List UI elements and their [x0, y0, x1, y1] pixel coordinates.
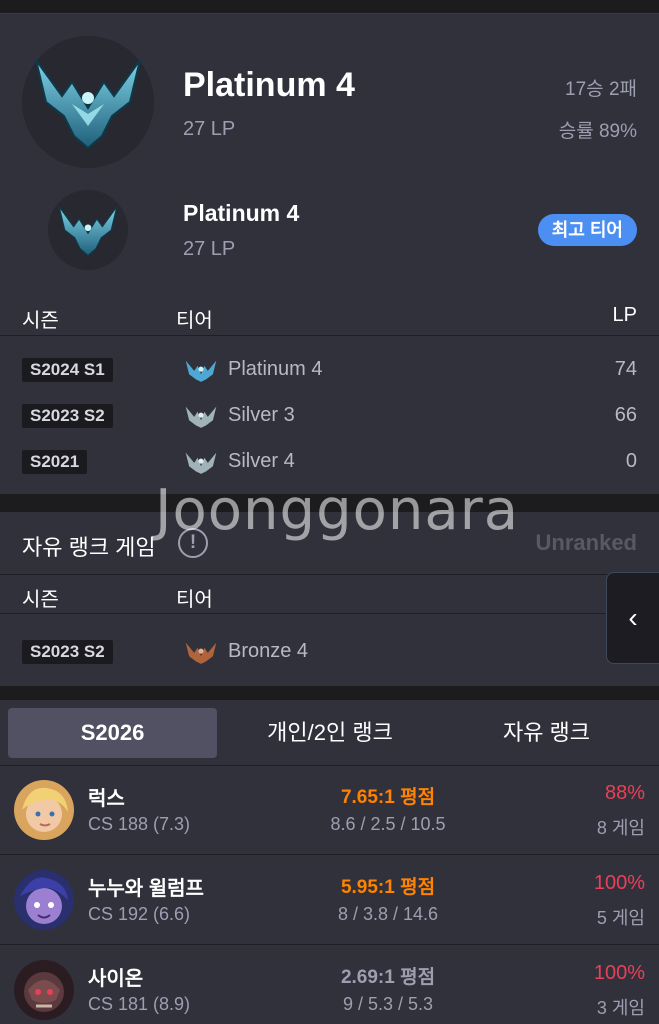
platinum-emblem-icon — [58, 206, 118, 257]
champion-kda: 7.65:1 평점 — [340, 787, 436, 808]
season-tier: Silver 4 — [228, 450, 295, 472]
current-tier-lp: 27 LP — [183, 118, 236, 140]
win-rate: 승률 89% — [558, 121, 637, 142]
season-tier: Silver 3 — [228, 404, 295, 426]
solo-rank-card: Platinum 4 27 LP 17승 2패 승률 89% Platinum … — [0, 14, 659, 494]
peak-tier-lp: 27 LP — [183, 238, 236, 260]
season-history-row: S2023 S2 Bronze 4 45 — [0, 630, 659, 674]
champion-row[interactable]: 누누와 윌럼프 CS 192 (6.6) 5.95:1 평점 8 / 3.8 /… — [0, 856, 659, 945]
info-icon[interactable]: ! — [178, 528, 208, 558]
champion-win-rate: 100% — [593, 962, 645, 984]
header-lp: LP — [612, 304, 637, 326]
champion-avatar-sion — [14, 960, 74, 1020]
flex-rank-card: 자유 랭크 게임 ! Unranked 시즌 티어 LP S2023 S2 Br… — [0, 512, 659, 686]
header-tier: 티어 — [176, 589, 213, 611]
season-label: S2023 S2 — [22, 404, 113, 428]
champion-row[interactable]: 사이온 CS 181 (8.9) 2.69:1 평점 9 / 5.3 / 5.3… — [0, 946, 659, 1024]
chevron-left-icon: ‹ — [628, 602, 638, 633]
champion-name: 럭스 — [88, 788, 125, 810]
platinum-emblem-icon — [185, 360, 217, 382]
current-tier-emblem — [22, 36, 154, 168]
season-label: S2021 — [22, 450, 88, 474]
side-panel-handle[interactable]: ‹ — [606, 572, 659, 664]
champion-name: 누누와 윌럼프 — [88, 878, 204, 900]
season-history-row: S2023 S2 Silver 3 66 — [0, 394, 659, 438]
season-lp: 66 — [614, 404, 637, 426]
tab-solo-duo-rank[interactable]: 개인/2인 랭크 — [222, 708, 438, 758]
stats-tabs: S2026 개인/2인 랭크 자유 랭크 — [0, 700, 659, 766]
champion-win-rate: 88% — [604, 782, 645, 804]
season-tier: Platinum 4 — [228, 358, 323, 380]
season-label: S2023 S2 — [22, 640, 113, 664]
champion-win-rate: 100% — [593, 872, 645, 894]
top-strip — [0, 0, 659, 14]
season-table-header: 시즌 티어 LP — [0, 296, 659, 336]
flex-rank-title: 자유 랭크 게임 — [22, 535, 156, 560]
champion-row[interactable]: 럭스 CS 188 (7.3) 7.65:1 평점 8.6 / 2.5 / 10… — [0, 766, 659, 855]
bronze-emblem-icon — [185, 642, 217, 664]
tab-season[interactable]: S2026 — [8, 708, 217, 758]
season-history-row: S2021 Silver 4 0 — [0, 440, 659, 484]
champion-avatar-lux — [14, 780, 74, 840]
season-label: S2024 S1 — [22, 358, 113, 382]
champion-games: 5 게임 — [596, 908, 645, 928]
current-tier-name: Platinum 4 — [183, 66, 355, 104]
champion-games: 3 게임 — [596, 998, 645, 1018]
silver-emblem-icon — [185, 406, 217, 428]
champion-cs: CS 188 (7.3) — [88, 814, 191, 834]
header-tier: 티어 — [176, 310, 213, 332]
champion-kda-detail: 9 / 5.3 / 5.3 — [342, 994, 434, 1014]
flex-rank-status: Unranked — [535, 530, 637, 555]
champion-stats-card: S2026 개인/2인 랭크 자유 랭크 럭스 CS 188 (7.3) 7.6… — [0, 700, 659, 1024]
season-history-row: S2024 S1 Platinum 4 74 — [0, 348, 659, 392]
season-lp: 74 — [614, 358, 637, 380]
champion-avatar-nunu — [14, 870, 74, 930]
header-season: 시즌 — [22, 310, 59, 332]
peak-tier-emblem — [48, 190, 128, 270]
season-lp: 0 — [625, 450, 637, 472]
peak-tier-badge: 최고 티어 — [537, 214, 637, 246]
champion-cs: CS 192 (6.6) — [88, 904, 191, 924]
tab-flex-rank[interactable]: 자유 랭크 — [440, 708, 653, 758]
champion-kda: 2.69:1 평점 — [340, 967, 436, 988]
champion-cs: CS 181 (8.9) — [88, 994, 191, 1014]
champion-kda-detail: 8 / 3.8 / 14.6 — [337, 904, 439, 924]
champion-name: 사이온 — [88, 968, 144, 990]
champion-games: 8 게임 — [596, 818, 645, 838]
champion-kda-detail: 8.6 / 2.5 / 10.5 — [330, 814, 446, 834]
champion-kda: 5.95:1 평점 — [340, 877, 436, 898]
header-season: 시즌 — [22, 589, 59, 611]
platinum-emblem-icon — [35, 59, 141, 150]
season-table-header: 시즌 티어 LP — [0, 574, 659, 614]
peak-tier-name: Platinum 4 — [183, 200, 300, 226]
win-loss-record: 17승 2패 — [565, 79, 637, 100]
season-tier: Bronze 4 — [228, 640, 309, 662]
silver-emblem-icon — [185, 452, 217, 474]
